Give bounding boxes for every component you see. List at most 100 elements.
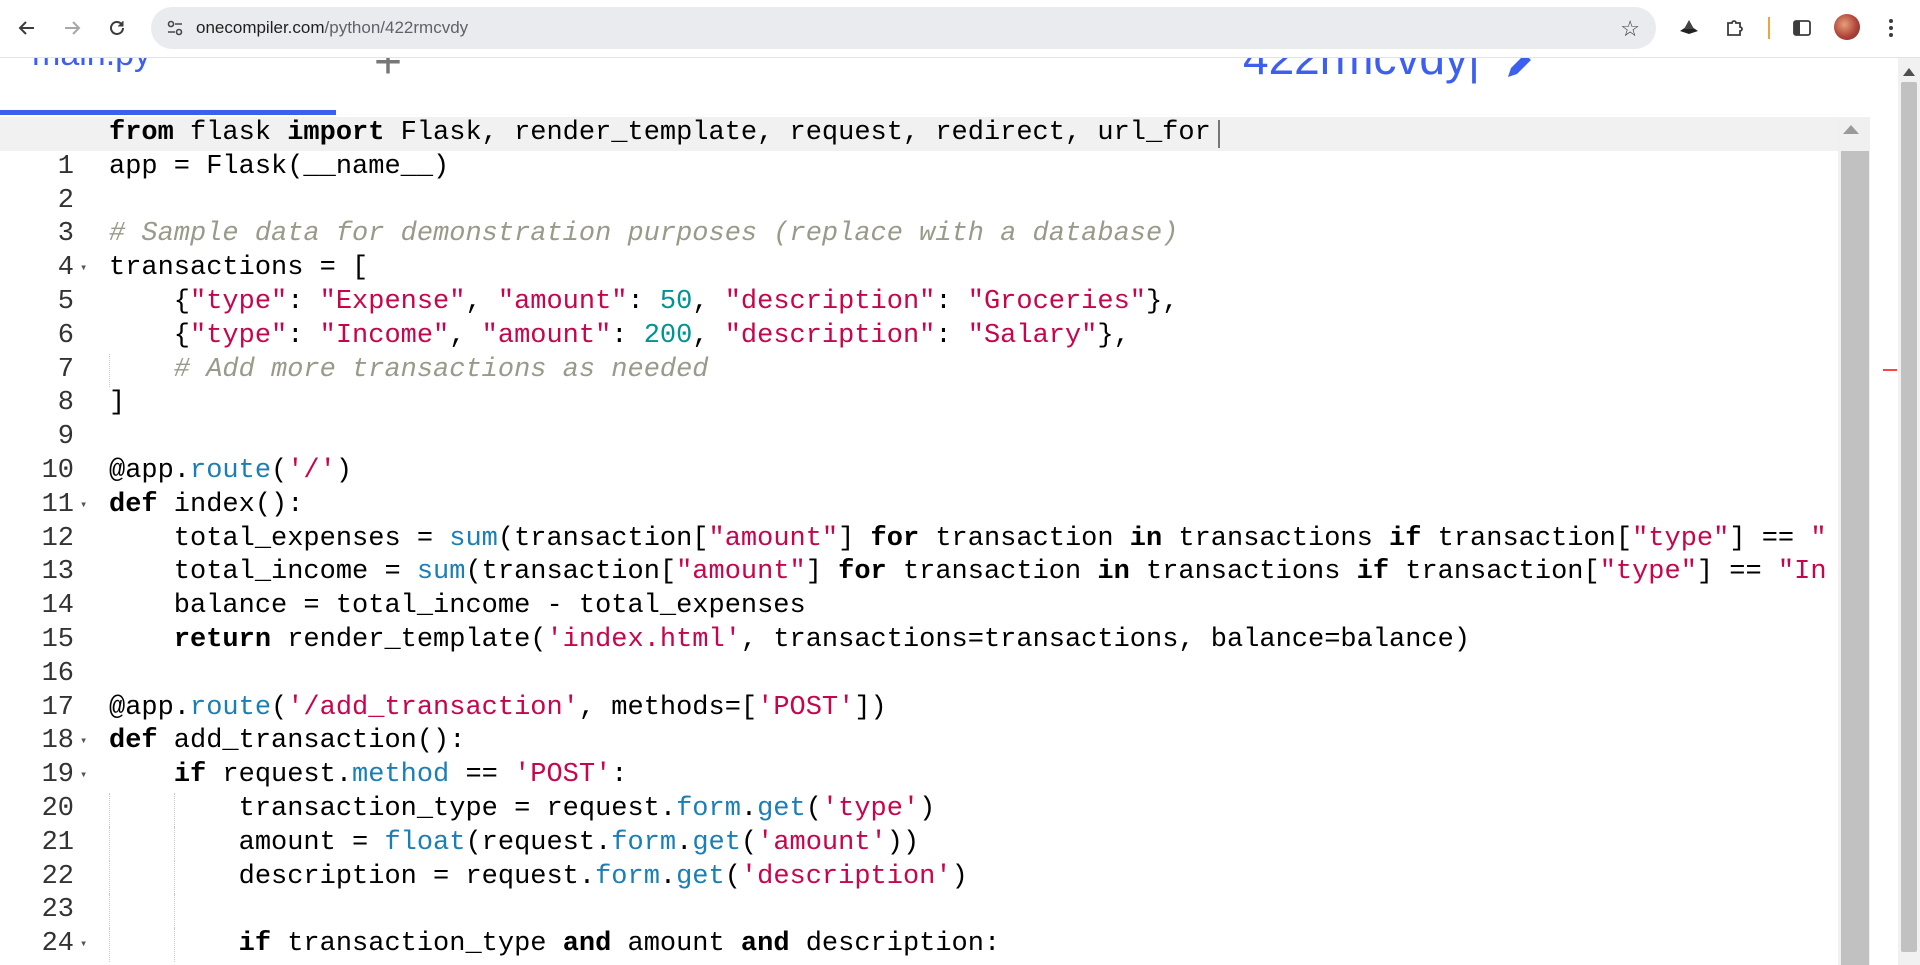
- code-string: "type": [190, 287, 288, 317]
- code-editor[interactable]: 1 from flask import Flask, render_templa…: [0, 117, 1870, 965]
- code-function: form: [676, 794, 741, 824]
- scroll-position-marker: [1883, 369, 1897, 371]
- file-tab-main-py[interactable]: main.py: [32, 57, 151, 74]
- code-line[interactable]: 3: [0, 185, 1838, 249]
- extensions-button[interactable]: [1722, 15, 1748, 41]
- code-function: form: [611, 827, 677, 858]
- code-line[interactable]: 5 ▾ transactions = [: [0, 252, 1838, 317]
- puzzle-icon: [1727, 20, 1743, 36]
- profile-avatar[interactable]: [1834, 14, 1860, 40]
- code-keyword: def: [109, 726, 158, 757]
- code-line[interactable]: 24: [0, 894, 1838, 959]
- code-token: :: [611, 760, 628, 791]
- fold-toggle-icon[interactable]: ▾: [80, 489, 87, 523]
- code-string: '/': [287, 456, 336, 486]
- code-line[interactable]: 18 @app.route('/add_transaction', method…: [0, 692, 1838, 757]
- code-token: .: [740, 794, 758, 824]
- fold-toggle-icon[interactable]: ▾: [80, 252, 87, 286]
- code-comment: # Sample data for demonstration purposes…: [109, 219, 1179, 250]
- code-token: transactions = [: [109, 253, 369, 284]
- code-token: ] ==: [1696, 557, 1778, 588]
- code-line[interactable]: 14 total_income = sum(transaction["amoun…: [0, 556, 1838, 621]
- back-button[interactable]: [13, 14, 41, 42]
- url-text[interactable]: onecompiler.com/python/422rmcvdy: [196, 18, 468, 38]
- code-line[interactable]: 10: [0, 421, 1838, 486]
- code-token: :: [627, 287, 660, 317]
- arrow-right-icon: [65, 21, 81, 35]
- code-line[interactable]: 25 ▾ if transaction_type and amount and …: [0, 928, 1838, 965]
- bookmark-button[interactable]: ☆: [1620, 16, 1640, 42]
- code-number: 50: [659, 287, 693, 317]
- code-line[interactable]: 16 return render_template('index.html', …: [0, 624, 1838, 689]
- code-token: (: [740, 827, 758, 858]
- code-keyword: in: [1129, 523, 1163, 554]
- code-line[interactable]: 12 ▾ def index():: [0, 489, 1838, 554]
- code-line[interactable]: 1 from flask import Flask, render_templa…: [0, 117, 1838, 182]
- scroll-up-arrow-icon[interactable]: [1843, 125, 1859, 134]
- code-line[interactable]: 23 description = request.form.get('descr…: [0, 860, 1838, 925]
- code-token: },: [1097, 320, 1130, 351]
- code-line[interactable]: 13 total_expenses = sum(transaction["amo…: [0, 523, 1838, 588]
- code-token: :: [935, 320, 968, 351]
- page-scroll-up-arrow-icon[interactable]: [1903, 68, 1915, 76]
- code-token: , transactions=transactions, balance=bal…: [740, 625, 1471, 655]
- code-line[interactable]: 17: [0, 658, 1838, 723]
- code-string: "Groceries": [967, 287, 1146, 317]
- code-line[interactable]: 6 {"type": "Expense", "amount": 50, "des…: [0, 286, 1838, 351]
- code-token: flask: [173, 118, 288, 148]
- code-token: transaction[: [1389, 557, 1600, 588]
- code-token: (transaction[: [465, 557, 677, 588]
- page-scrollbar-thumb[interactable]: [1901, 82, 1917, 952]
- fold-toggle-icon[interactable]: ▾: [80, 759, 87, 793]
- code-line[interactable]: 8 # Add more transactions as needed: [0, 353, 1838, 418]
- code-string: ": [1810, 523, 1827, 554]
- side-panel-button[interactable]: [1789, 15, 1815, 41]
- pencil-icon[interactable]: [1504, 57, 1534, 86]
- code-string: 'POST': [514, 760, 612, 791]
- indent-guide: [174, 894, 175, 929]
- code-token: amount: [611, 929, 741, 960]
- code-string: 'index.html': [546, 625, 741, 655]
- reload-button[interactable]: [103, 14, 131, 42]
- fold-toggle-icon[interactable]: ▾: [80, 928, 87, 962]
- code-string: "amount": [497, 287, 628, 317]
- code-token: total_income =: [109, 557, 417, 588]
- add-file-button[interactable]: +: [374, 57, 402, 90]
- code-line[interactable]: 9 ]: [0, 387, 1838, 452]
- browser-menu-button[interactable]: [1878, 15, 1904, 41]
- code-string: '/add_transaction': [287, 692, 579, 723]
- code-line[interactable]: 7 {"type": "Income", "amount": 200, "des…: [0, 320, 1838, 385]
- title-cursor: |: [1467, 57, 1480, 84]
- code-keyword: if: [1389, 523, 1422, 554]
- code-token: (: [271, 456, 288, 486]
- editor-scrollbar-thumb[interactable]: [1841, 151, 1869, 965]
- code-line[interactable]: 22 amount = float(request.form.get('amou…: [0, 826, 1838, 892]
- code-line[interactable]: 2 app = Flask(__name__): [0, 151, 1838, 216]
- code-keyword: return: [173, 625, 272, 655]
- code-token: transaction: [919, 523, 1130, 554]
- project-title[interactable]: 422rmcvdy|: [1243, 57, 1480, 85]
- code-token: },: [1146, 287, 1179, 317]
- code-token: (transaction[: [497, 523, 709, 554]
- code-line[interactable]: 19 ▾ def add_transaction():: [0, 725, 1838, 790]
- code-token: add_transaction():: [157, 726, 466, 757]
- forward-button[interactable]: [58, 14, 86, 42]
- extension-button[interactable]: [1676, 15, 1702, 41]
- code-keyword: for: [870, 523, 920, 554]
- code-token: @app.: [109, 456, 191, 486]
- code-token: balance = total_income - total_expenses: [109, 591, 806, 622]
- code-token: transaction[: [1421, 523, 1633, 554]
- code-function: route: [190, 456, 272, 486]
- code-line[interactable]: 11 @app.route('/'): [0, 455, 1838, 520]
- site-info-button[interactable]: [165, 18, 185, 38]
- fold-toggle-icon[interactable]: ▾: [80, 725, 87, 759]
- code-string: "amount": [708, 523, 839, 554]
- code-token: (request.: [465, 827, 612, 858]
- address-bar[interactable]: onecompiler.com/python/422rmcvdy ☆: [151, 7, 1656, 49]
- code-line[interactable]: 4 # Sample data for demonstration purpos…: [0, 218, 1838, 283]
- code-string: "amount": [676, 557, 806, 588]
- code-line[interactable]: 15 balance = total_income - total_expens…: [0, 590, 1838, 655]
- code-token: ,: [465, 287, 498, 317]
- code-line[interactable]: 21 transaction_type = request.form.get('…: [0, 793, 1838, 858]
- code-line[interactable]: 20 ▾ if request.method == 'POST':: [0, 759, 1838, 824]
